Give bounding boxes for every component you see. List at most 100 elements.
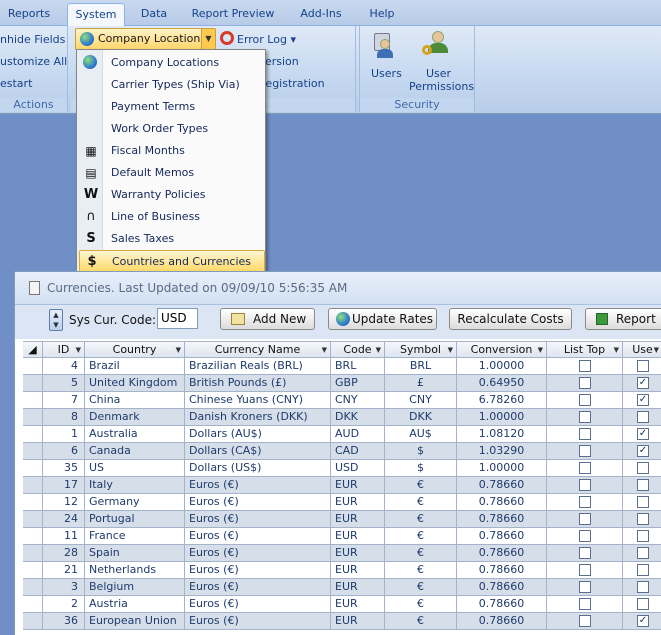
list-top-checkbox[interactable] [579,445,591,457]
cell-code[interactable]: EUR [331,579,385,596]
cell-country[interactable]: Germany [85,494,185,511]
cell-conversion[interactable]: 6.78260 [457,392,547,409]
row-selector[interactable] [23,613,43,630]
cell-symbol[interactable]: € [385,511,457,528]
column-header-use[interactable]: Use ▼ [623,341,661,358]
cell-conversion[interactable]: 0.78660 [457,494,547,511]
tab-system[interactable]: System [67,3,125,27]
use-checkbox[interactable]: ✓ [637,394,649,406]
use-checkbox[interactable]: ✓ [637,428,649,440]
cell-country[interactable]: Brazil [85,358,185,375]
cell-country[interactable]: Spain [85,545,185,562]
customize-all-button[interactable]: ustomize All [0,55,67,68]
cell-id[interactable]: 35 [43,460,85,477]
menu-item-payment-terms[interactable]: Payment Terms [79,96,265,118]
cell-id[interactable]: 5 [43,375,85,392]
update-rates-button[interactable]: Update Rates [328,308,437,330]
cell-currency[interactable]: Dollars (CA$) [185,443,331,460]
cell-id[interactable]: 36 [43,613,85,630]
cell-currency[interactable]: Euros (€) [185,545,331,562]
cell-country[interactable]: Austria [85,596,185,613]
cell-conversion[interactable]: 0.78660 [457,477,547,494]
cell-country[interactable]: US [85,460,185,477]
cell-conversion[interactable]: 0.78660 [457,528,547,545]
use-checkbox[interactable] [637,581,649,593]
cell-symbol[interactable]: BRL [385,358,457,375]
tab-add-ins[interactable]: Add-Ins [290,3,352,26]
cell-currency[interactable]: Dollars (AU$) [185,426,331,443]
column-header-symbol[interactable]: Symbol ▼ [385,341,457,358]
cell-code[interactable]: CNY [331,392,385,409]
list-top-checkbox[interactable] [579,411,591,423]
use-checkbox[interactable]: ✓ [637,445,649,457]
chevron-down-icon[interactable]: ▼ [201,29,215,49]
tab-report-preview[interactable]: Report Preview [183,3,283,26]
use-checkbox[interactable] [637,547,649,559]
cell-currency[interactable]: Euros (€) [185,477,331,494]
menu-item-default-memos[interactable]: ▤ Default Memos [79,162,265,184]
menu-item-work-order-types[interactable]: Work Order Types [79,118,265,140]
cell-code[interactable]: GBP [331,375,385,392]
cell-code[interactable]: EUR [331,613,385,630]
use-checkbox[interactable] [637,564,649,576]
cell-country[interactable]: France [85,528,185,545]
use-checkbox[interactable] [637,479,649,491]
tab-help[interactable]: Help [360,3,404,26]
cell-conversion[interactable]: 1.08120 [457,426,547,443]
cell-symbol[interactable]: AU$ [385,426,457,443]
column-header-id[interactable]: ID ▼ [43,341,85,358]
cell-conversion[interactable]: 1.00000 [457,460,547,477]
row-selector[interactable] [23,562,43,579]
cell-currency[interactable]: Euros (€) [185,613,331,630]
menu-item-warranty-policies[interactable]: W Warranty Policies [79,184,265,206]
cell-currency[interactable]: Dollars (US$) [185,460,331,477]
cell-country[interactable]: Portugal [85,511,185,528]
row-selector[interactable] [23,392,43,409]
key-icon[interactable] [422,31,452,59]
use-checkbox[interactable] [637,598,649,610]
column-header-code[interactable]: Code ▼ [331,341,385,358]
list-top-checkbox[interactable] [579,581,591,593]
users-icon[interactable] [372,31,400,59]
cell-code[interactable]: EUR [331,545,385,562]
list-top-checkbox[interactable] [579,598,591,610]
menu-item-countries-and-currencies[interactable]: $ Countries and Currencies [79,250,265,272]
column-header-country[interactable]: Country ▼ [85,341,185,358]
row-selector[interactable] [23,579,43,596]
use-checkbox[interactable]: ✓ [637,377,649,389]
column-header-conversion[interactable]: Conversion ▼ [457,341,547,358]
use-checkbox[interactable] [637,496,649,508]
cell-conversion[interactable]: 1.00000 [457,358,547,375]
cell-conversion[interactable]: 1.03290 [457,443,547,460]
row-selector[interactable] [23,477,43,494]
cell-country[interactable]: Belgium [85,579,185,596]
list-top-checkbox[interactable] [579,479,591,491]
cell-id[interactable]: 3 [43,579,85,596]
add-new-button[interactable]: Add New [220,308,315,330]
use-checkbox[interactable] [637,360,649,372]
cell-id[interactable]: 8 [43,409,85,426]
row-selector[interactable] [23,409,43,426]
company-locations-dropdown-button[interactable]: Company Locations ▼ [75,28,216,50]
cell-currency[interactable]: Euros (€) [185,528,331,545]
cell-id[interactable]: 1 [43,426,85,443]
cell-symbol[interactable]: $ [385,460,457,477]
cell-symbol[interactable]: € [385,579,457,596]
list-top-checkbox[interactable] [579,547,591,559]
cell-id[interactable]: 2 [43,596,85,613]
cell-code[interactable]: CAD [331,443,385,460]
error-log-button[interactable]: Error Log ▾ [237,33,296,46]
cell-currency[interactable]: Euros (€) [185,579,331,596]
cell-conversion[interactable]: 0.78660 [457,596,547,613]
cell-symbol[interactable]: € [385,596,457,613]
list-top-checkbox[interactable] [579,360,591,372]
tab-reports[interactable]: Reports [0,3,58,26]
cell-currency[interactable]: Euros (€) [185,511,331,528]
users-button[interactable]: Users [371,67,402,80]
cell-code[interactable]: EUR [331,494,385,511]
list-top-checkbox[interactable] [579,530,591,542]
user-permissions-label-2[interactable]: Permissions [409,80,474,93]
cell-symbol[interactable]: $ [385,443,457,460]
cell-symbol[interactable]: £ [385,375,457,392]
menu-item-company-locations[interactable]: Company Locations [79,52,265,74]
